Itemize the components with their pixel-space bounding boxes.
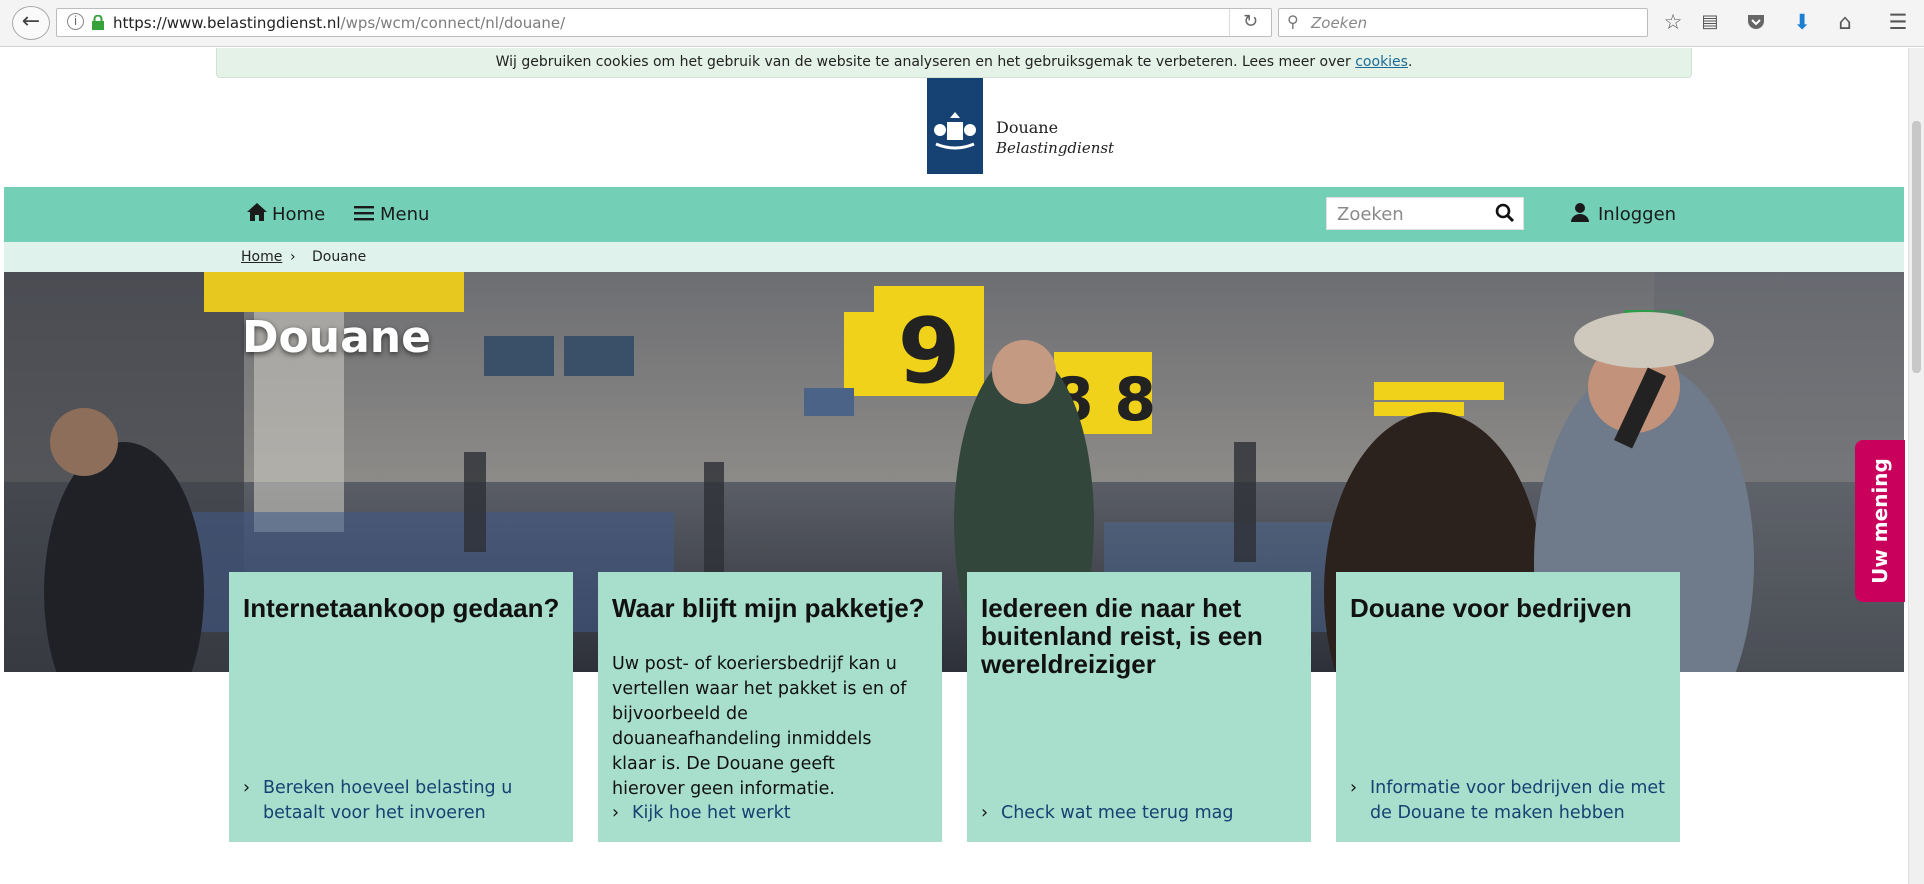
site-search-placeholder: Zoeken — [1337, 204, 1404, 225]
svg-text:9: 9 — [898, 299, 961, 404]
nav-menu-button[interactable]: Menu — [354, 187, 429, 242]
hamburger-icon — [354, 206, 374, 221]
lock-icon — [92, 15, 104, 30]
rijksoverheid-logo[interactable] — [927, 78, 983, 174]
breadcrumb: Home › Douane — [4, 242, 1904, 272]
coat-of-arms-icon — [934, 112, 976, 150]
breadcrumb-separator: › — [290, 249, 296, 265]
url-path: /wps/wcm/connect/nl/douane/ — [340, 14, 566, 32]
breadcrumb-home-link[interactable]: Home — [241, 249, 282, 265]
url-text: https://www.belastingdienst.nl/wps/wcm/c… — [113, 14, 565, 32]
cookie-text: Wij gebruiken cookies om het gebruik van… — [495, 54, 1356, 70]
breadcrumb-current: Douane — [312, 249, 367, 265]
chevron-right-icon: › — [1350, 778, 1357, 798]
nav-home-label: Home — [272, 204, 326, 225]
card-bedrijven: Douane voor bedrijven › Informatie voor b… — [1336, 572, 1680, 842]
card-link[interactable]: › Bereken hoeveel belasting u betaalt voo… — [243, 776, 563, 826]
feedback-tab[interactable]: Uw mening — [1855, 440, 1905, 602]
card-pakketje: Waar blijft mijn pakketje? Uw post- of k… — [598, 572, 942, 842]
browser-search-placeholder: Zoeken — [1311, 14, 1368, 32]
browser-search-input[interactable]: ⚲ Zoeken — [1278, 8, 1648, 37]
card-wereldreiziger: Iedereen die naar het buitenland reist, … — [967, 572, 1311, 842]
card-internetaankoop: Internetaankoop gedaan? › Bereken hoeveel… — [229, 572, 573, 842]
card-link[interactable]: › Check wat mee terug mag — [981, 801, 1301, 826]
card-text: Uw post- of koeriersbedrijf kan u vertel… — [612, 654, 907, 799]
page-title: Douane — [242, 312, 431, 363]
cookie-notice: Wij gebruiken cookies om het gebruik van… — [216, 48, 1692, 78]
card-link-label: Kijk hoe het werkt — [632, 803, 791, 823]
card-link-label: Informatie voor bedrijven die met de Dou… — [1370, 778, 1666, 823]
logo-line-belastingdienst: Belastingdienst — [996, 139, 1115, 157]
nav-login-link[interactable]: Inloggen — [1570, 187, 1676, 242]
chevron-right-icon: › — [981, 803, 988, 823]
nav-menu-label: Menu — [380, 204, 430, 225]
card-title: Iedereen die naar het buitenland reist, … — [981, 593, 1263, 679]
home-icon[interactable]: ⌂ — [1829, 8, 1861, 38]
feedback-label: Uw mening — [1868, 458, 1892, 584]
site-search-input[interactable]: Zoeken — [1326, 197, 1524, 230]
reading-list-icon[interactable]: ▤ — [1694, 8, 1726, 38]
home-icon — [247, 203, 267, 221]
scrollbar[interactable] — [1908, 48, 1924, 884]
card-title: Waar blijft mijn pakketje? — [612, 593, 925, 623]
cookies-link[interactable]: cookies — [1355, 54, 1408, 70]
logo-line-douane: Douane — [996, 118, 1059, 137]
reload-icon[interactable]: ↻ — [1229, 9, 1271, 36]
cookie-text-end: . — [1407, 54, 1413, 70]
card-title: Internetaankoop gedaan? — [243, 593, 560, 623]
bookmark-star-icon[interactable]: ☆ — [1657, 8, 1689, 38]
chevron-right-icon: › — [612, 803, 619, 823]
search-icon: ⚲ — [1287, 12, 1299, 31]
card-link[interactable]: › Kijk hoe het werkt — [612, 801, 932, 826]
info-icon[interactable]: i — [67, 13, 84, 30]
search-icon[interactable] — [1495, 203, 1515, 223]
card-title: Douane voor bedrijven — [1350, 593, 1632, 623]
url-host: https://www.belastingdienst.nl — [113, 14, 341, 32]
browser-toolbar: ← i https://www.belastingdienst.nl/wps/w… — [0, 0, 1924, 47]
nav-home-link[interactable]: Home — [246, 187, 325, 242]
hamburger-menu-icon[interactable]: ☰ — [1882, 8, 1914, 38]
card-link[interactable]: › Informatie voor bedrijven die met de Do… — [1350, 776, 1670, 826]
address-bar[interactable]: i https://www.belastingdienst.nl/wps/wcm… — [56, 8, 1272, 37]
chevron-right-icon: › — [243, 778, 250, 798]
card-link-label: Check wat mee terug mag — [1001, 803, 1234, 823]
nav-login-label: Inloggen — [1598, 204, 1677, 225]
logo-text: Douane Belastingdienst — [996, 118, 1114, 157]
download-icon[interactable]: ⬇ — [1786, 8, 1818, 38]
back-button[interactable]: ← — [12, 6, 50, 40]
pocket-icon[interactable] — [1740, 8, 1772, 38]
card-link-label: Bereken hoeveel belasting u betaalt voor… — [263, 778, 513, 823]
scrollbar-thumb[interactable] — [1912, 121, 1921, 373]
user-icon — [1571, 203, 1589, 222]
main-navigation: Home Menu Zoeken Inloggen — [4, 187, 1904, 242]
